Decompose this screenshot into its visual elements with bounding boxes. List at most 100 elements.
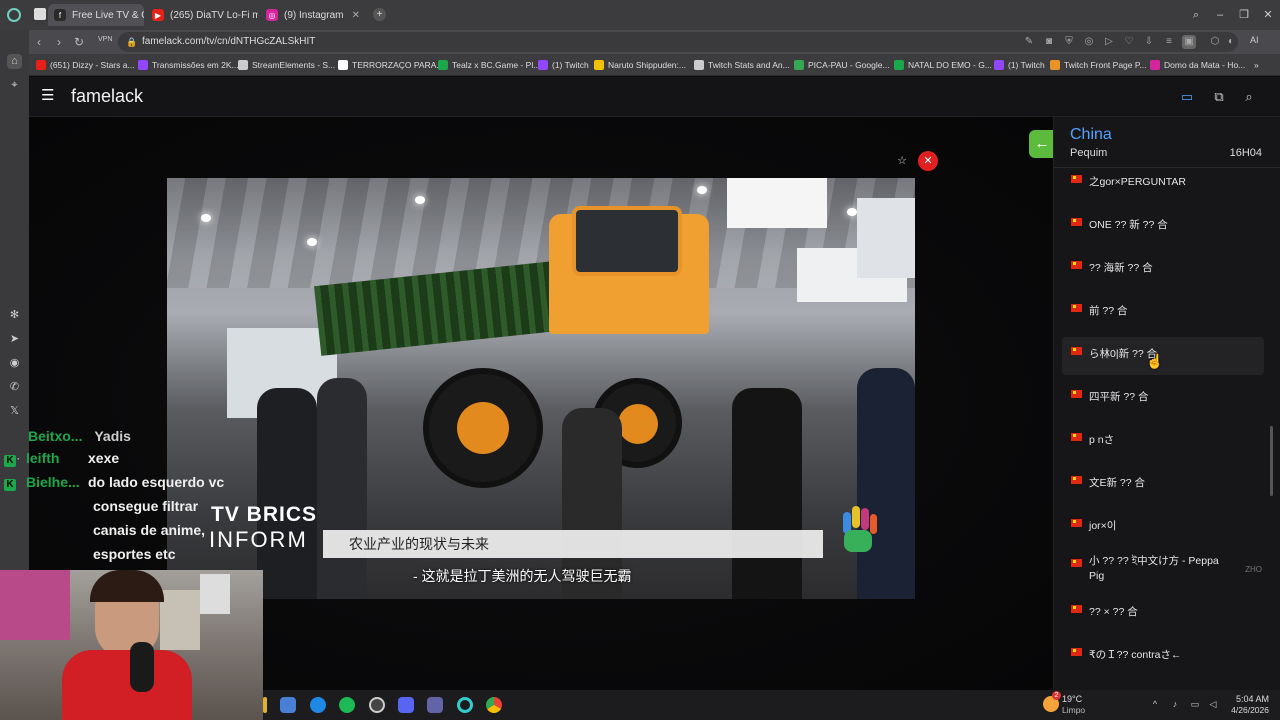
channel-item[interactable]: 小 ?? ?? ই中文け方 - Peppa Pig ZHO: [1062, 552, 1264, 590]
channel-name: 文E新 ?? 合: [1089, 477, 1146, 489]
channel-item[interactable]: p nさ: [1062, 423, 1264, 461]
bookmark-favicon-icon: [138, 60, 148, 70]
kick-badge-icon: K: [4, 455, 16, 467]
taskbar-date[interactable]: 4/26/2026: [1225, 705, 1269, 715]
search-icon[interactable]: ⌕: [1240, 88, 1258, 106]
sidebar-x-icon[interactable]: 𝕏: [7, 404, 22, 419]
back-arrow-button[interactable]: ←: [1029, 130, 1055, 158]
bookmark-label: (1) Twitch: [1008, 60, 1045, 70]
taskbar-clock[interactable]: 5:04 AM: [1225, 694, 1269, 704]
taskbar-files-icon[interactable]: [280, 697, 296, 713]
panel-scrollbar[interactable]: [1270, 426, 1273, 496]
close-video-button[interactable]: ✕: [918, 151, 938, 171]
camera-icon[interactable]: ◙: [1042, 35, 1056, 49]
back-icon[interactable]: ‹: [30, 33, 48, 51]
reload-icon[interactable]: ↻: [70, 33, 88, 51]
taskbar-edge-icon[interactable]: [310, 697, 326, 713]
china-flag-icon: [1071, 476, 1082, 484]
weather-status: Limpo: [1062, 705, 1086, 715]
favorite-star-icon[interactable]: ☆: [892, 151, 912, 171]
sidebar-telegram-icon[interactable]: ➤: [7, 332, 22, 347]
channel-name: 前 ?? 合: [1089, 305, 1128, 317]
sidebar-messenger-icon[interactable]: ◉: [7, 356, 22, 371]
tab-menu-icon[interactable]: [34, 8, 46, 20]
channel-item[interactable]: 四平新 ?? 合: [1062, 380, 1264, 418]
bookmark-item[interactable]: StreamElements - S...: [238, 58, 335, 72]
forward-icon[interactable]: ›: [50, 33, 68, 51]
bookmark-item[interactable]: Naruto Shippuden:...: [594, 58, 686, 72]
taskbar-discord-icon[interactable]: [398, 697, 414, 713]
channel-item[interactable]: ?? × ?? 合: [1062, 595, 1264, 633]
taskbar-obs-icon[interactable]: [369, 697, 385, 713]
sidebar-ai-icon[interactable]: ✻: [7, 308, 22, 323]
restore-button[interactable]: ❐: [1234, 6, 1254, 24]
taskbar-spotify-icon[interactable]: [339, 697, 355, 713]
tray-network-icon[interactable]: ▭: [1189, 698, 1201, 710]
tv-icon[interactable]: ▭: [1178, 88, 1196, 106]
bookmark-item[interactable]: (1) Twitch: [994, 58, 1045, 72]
tab-youtube[interactable]: ▶ (265) DiaTV Lo-Fi música: [146, 4, 258, 26]
channel-item[interactable]: ?? 海新 ?? 合: [1062, 251, 1264, 289]
channel-name: ?? 海新 ?? 合: [1089, 262, 1153, 274]
hex-icon[interactable]: ⬡: [1208, 35, 1222, 49]
multiview-icon[interactable]: ⧉: [1210, 88, 1228, 106]
browser-logo-icon[interactable]: [7, 8, 21, 22]
channel-item[interactable]: 文E新 ?? 合: [1062, 466, 1264, 504]
menu-lines-icon[interactable]: ≡: [1162, 35, 1176, 49]
taskbar-opera-icon[interactable]: [457, 697, 473, 713]
minimize-button[interactable]: –: [1210, 6, 1230, 24]
search-tabs-icon[interactable]: ⌕: [1186, 6, 1206, 24]
sidebar-whatsapp-icon[interactable]: ✆: [7, 380, 22, 395]
download-icon[interactable]: ⇩: [1142, 35, 1156, 49]
channel-item[interactable]: jor×이: [1062, 509, 1264, 547]
sidebar-home-icon[interactable]: ⌂: [7, 54, 22, 69]
bookmark-item[interactable]: (651) Dizzy - Stars a...: [36, 58, 135, 72]
menu-icon[interactable]: ☰: [41, 88, 55, 103]
tab-instagram[interactable]: ◎ (9) Instagram ✕: [260, 4, 368, 26]
bookmark-item[interactable]: Tealz x BC.Game - Pl...: [438, 58, 540, 72]
stream-chat-overlay: Beitxo... Yadis Kleifth xexe K Bielhe... do …: [0, 428, 240, 568]
bookmark-item[interactable]: (1) Twitch: [538, 58, 589, 72]
tray-mic-icon[interactable]: ♪: [1169, 698, 1181, 710]
taskbar-teams-icon[interactable]: [427, 697, 443, 713]
ai-button[interactable]: AI: [1250, 35, 1259, 45]
edit-icon[interactable]: ✎: [1022, 35, 1036, 49]
channel-item[interactable]: ₹のＩ?? contraさ←: [1062, 638, 1264, 676]
chat-text: do lado esquerdo vc: [88, 474, 225, 490]
bookmark-item[interactable]: NATAL DO EMO - G...: [894, 58, 992, 72]
bookmark-item[interactable]: Domo da Mata - Ho...: [1150, 58, 1245, 72]
vpn-badge[interactable]: VPN: [98, 36, 112, 43]
channel-item[interactable]: 前 ?? 合: [1062, 294, 1264, 332]
china-flag-icon: [1071, 218, 1082, 226]
profile-icon[interactable]: ▣: [1182, 35, 1196, 49]
close-window-button[interactable]: ✕: [1258, 6, 1278, 24]
channel-item[interactable]: ONE ?? 新 ?? 合: [1062, 208, 1264, 246]
tray-volume-icon[interactable]: ◁: [1207, 698, 1219, 710]
sidebar-pin-icon[interactable]: ⌖: [7, 78, 22, 93]
bookmark-label: TERRORZAÇO PARA...: [352, 60, 444, 70]
weather-temperature[interactable]: 19°C: [1062, 694, 1082, 704]
toggle-icon[interactable]: ◐: [1224, 35, 1238, 49]
china-flag-icon: [1071, 519, 1082, 527]
play-icon[interactable]: ▷: [1102, 35, 1116, 49]
bookmarks-overflow-icon[interactable]: »: [1254, 58, 1259, 72]
shield-icon[interactable]: ⛨: [1062, 35, 1076, 49]
taskbar-chrome-icon[interactable]: [486, 697, 502, 713]
bookmark-item[interactable]: TERRORZAÇO PARA...: [338, 58, 443, 72]
tab-label: (265) DiaTV Lo-Fi música: [170, 9, 258, 21]
mouse-cursor-icon: ☝: [1146, 353, 1164, 369]
tab-famelack[interactable]: f Free Live TV & Onl: [48, 4, 144, 26]
brand-logo[interactable]: famelack: [71, 86, 143, 107]
bookmark-item[interactable]: Twitch Front Page P...: [1050, 58, 1147, 72]
bookmark-item[interactable]: Transmissões em 2K...: [138, 58, 239, 72]
booth-banner: [727, 178, 827, 228]
new-tab-button[interactable]: +: [373, 8, 386, 21]
close-tab-icon[interactable]: ✕: [346, 10, 360, 21]
extension-icon[interactable]: ◎: [1082, 35, 1096, 49]
taskbar-yellow-app-icon[interactable]: [263, 697, 267, 713]
tray-chevron-icon[interactable]: ^: [1149, 698, 1161, 710]
heart-icon[interactable]: ♡: [1122, 35, 1136, 49]
channel-item[interactable]: 之gor×PERGUNTAR: [1062, 165, 1264, 203]
bookmark-item[interactable]: Twitch Stats and An...: [694, 58, 790, 72]
bookmark-item[interactable]: PICA-PAU - Google...: [794, 58, 890, 72]
